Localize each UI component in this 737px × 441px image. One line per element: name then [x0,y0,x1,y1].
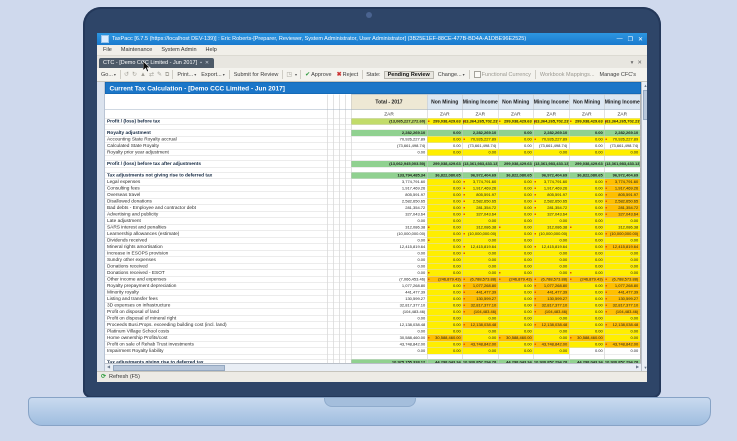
window-title: TaxPacc [6.7.5 (https://localhost DEV-13… [112,36,613,42]
currency-cell: ZAR [605,110,641,119]
x-icon: ✖ [337,71,342,78]
export-button[interactable]: Export...▾ [200,72,226,78]
chevron-down-icon: ▾ [114,72,116,77]
horizontal-scrollbar[interactable]: ◀ ▶ [105,363,641,371]
sheet-head: Total - 2017Non MiningMining Income Mine… [105,94,640,118]
submit-for-review-button[interactable]: Submit for Review [233,72,280,78]
toolbar-separator [469,70,470,79]
menu-maintenance[interactable]: Maintenance [121,47,153,53]
copy-icon[interactable]: ⧉ [165,72,169,78]
vertical-scrollbar[interactable]: ▲ ▼ [641,82,647,371]
print-button[interactable]: Print...▾ [176,72,197,78]
status-bar: ⟳ Refresh (F5) [97,371,647,382]
spreadsheet: Current Tax Calculation - [Demo CCC Limi… [105,82,641,363]
tab-ctc-demo-ccc[interactable]: CTC - [Demo CCC Limited - Jun 2017] ▪ ✕ [99,58,214,68]
laptop-notch [324,398,416,407]
mouse-cursor [143,61,151,72]
currency-cell: ZAR [351,110,427,119]
toolbar-separator [362,70,363,79]
menu-help[interactable]: Help [206,47,217,53]
sheet-title: Current Tax Calculation - [Demo CCC Limi… [105,82,641,94]
chevron-down-icon: ▾ [223,72,225,77]
tax-calculation-table: Total - 2017Non MiningMining Income Mine… [105,94,640,363]
redo-icon[interactable]: ↻ [132,72,137,78]
column-header[interactable]: Mining Income Mine 1 [463,94,499,110]
vertical-scroll-thumb[interactable] [643,90,647,120]
toolbar-separator [120,70,121,79]
attach-icon[interactable]: ⇄ [149,72,154,78]
currency-cell: ZAR [498,110,534,119]
pin-icon[interactable]: ▪ [200,60,202,66]
toolbar-separator [229,70,230,79]
close-icon[interactable]: ✕ [638,36,643,43]
functional-currency-checkbox[interactable]: Functional Currency [473,71,532,78]
column-header[interactable]: Non Mining [569,94,605,110]
approve-button[interactable]: ✔Approve [304,71,333,78]
toolbar-separator [535,70,536,79]
toolbar-separator [282,70,283,79]
scroll-up-icon[interactable]: ▲ [642,82,647,89]
refresh-icon[interactable]: ⟳ [101,374,106,380]
toolbar-separator [172,70,173,79]
minimize-icon[interactable]: — [617,36,623,43]
chevron-down-icon[interactable]: ▾ [295,72,297,77]
row-label-header [105,94,327,110]
tabbar-close-icon[interactable]: ✕ [637,60,642,66]
toolbar-separator [300,70,301,79]
page: { "window": { "title": "TaxPacc [6.7.5 (… [0,0,737,441]
column-header[interactable]: Mining Income Mine 1 [605,94,641,110]
scroll-right-icon[interactable]: ▶ [634,364,641,370]
currency-cell: ZAR [427,110,463,119]
undo-icon[interactable]: ↺ [124,72,129,78]
edit-icon[interactable]: ✎ [157,72,162,78]
horizontal-scroll-thumb[interactable] [113,365,225,371]
scroll-left-icon[interactable]: ◀ [105,364,112,370]
column-header[interactable]: Non Mining [498,94,534,110]
change-button[interactable]: Change...▾ [437,72,466,78]
workbook-mappings-button[interactable]: Workbook Mappings... [539,72,596,78]
reject-button[interactable]: ✖Reject [336,71,360,78]
laptop-camera [366,12,372,18]
menu-bar: File Maintenance System Admin Help [97,45,647,56]
workflow-icon[interactable]: ◳ [286,72,292,78]
window-titlebar: TaxPacc [6.7.5 (https://localhost DEV-13… [97,33,647,45]
column-header[interactable]: Mining Income Mine 1 [534,94,570,110]
currency-cell: ZAR [569,110,605,119]
checkbox-icon [474,71,481,78]
go-button[interactable]: Go...▾ [100,72,117,78]
app-icon [101,35,109,43]
tab-close-icon[interactable]: ✕ [205,60,209,66]
state-label: State: [366,72,380,78]
menu-system-admin[interactable]: System Admin [161,47,196,53]
tab-list-icon[interactable]: ▾ [631,60,634,66]
chevron-down-icon: ▾ [463,72,465,77]
laptop-screen: TaxPacc [6.7.5 (https://localhost DEV-13… [97,33,647,382]
manage-cfcs-button[interactable]: Manage CFC's [599,72,638,78]
menu-file[interactable]: File [103,47,112,53]
column-header[interactable]: Total - 2017 [351,94,427,110]
currency-cell: ZAR [534,110,570,119]
maximize-icon[interactable]: ❐ [628,36,633,43]
toolbar: Go...▾ ↺ ↻ ▲ ⇄ ✎ ⧉ Print...▾ Export...▾ … [97,68,647,82]
laptop-base [28,397,711,426]
column-header[interactable]: Non Mining [427,94,463,110]
left-gutter [97,82,105,371]
refresh-label[interactable]: Refresh (F5) [109,374,140,380]
currency-label-cell [105,110,327,119]
content-area: Current Tax Calculation - [Demo CCC Limi… [97,82,647,371]
tab-bar: CTC - [Demo CCC Limited - Jun 2017] ▪ ✕ … [97,56,647,68]
upload-icon[interactable]: ▲ [140,72,146,78]
check-icon: ✔ [305,71,310,78]
sheet-body: Profit / (loss) before tax(13,065,227,27… [105,118,640,363]
chevron-down-icon: ▾ [194,72,196,77]
scroll-down-icon[interactable]: ▼ [642,364,647,371]
currency-cell: ZAR [463,110,499,119]
state-badge: Pending Review [384,71,434,79]
